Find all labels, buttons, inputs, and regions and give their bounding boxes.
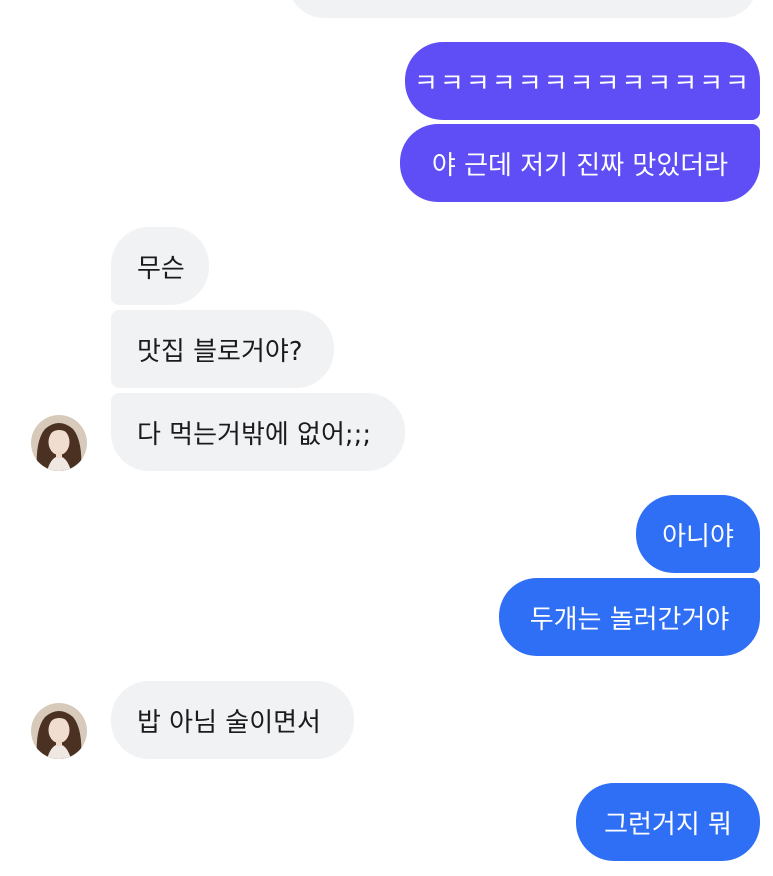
profile-photo-icon: [31, 703, 87, 759]
message-bubble-outgoing[interactable]: ㅋㅋㅋㅋㅋㅋㅋㅋㅋㅋㅋㅋㅋ: [405, 42, 760, 120]
message-bubble-outgoing[interactable]: 야 근데 저기 진짜 맛있더라: [400, 124, 760, 202]
message-bubble-incoming[interactable]: 무슨: [111, 227, 209, 305]
contact-avatar[interactable]: [31, 415, 87, 471]
contact-avatar[interactable]: [31, 703, 87, 759]
message-bubble-incoming[interactable]: 다 먹는거밖에 없어;;;: [111, 393, 405, 471]
message-text: ㅋㅋㅋㅋㅋㅋㅋㅋㅋㅋㅋㅋㅋ: [414, 68, 751, 99]
message-bubble-incoming[interactable]: 맛집 블로거야?: [111, 310, 334, 388]
message-text: 두개는 놀러간거야: [529, 604, 730, 635]
message-text: 그런거지 뭐: [604, 809, 732, 840]
message-text: 맛집 블로거야?: [137, 336, 303, 367]
message-text: 아니야: [662, 521, 734, 552]
message-text: 다 먹는거밖에 없어;;;: [137, 419, 372, 450]
message-bubble-incoming[interactable]: 밥 아님 술이면서: [111, 681, 354, 759]
message-text: 무슨: [137, 253, 185, 284]
previous-message-bubble[interactable]: [288, 0, 758, 18]
message-text: 밥 아님 술이면서: [137, 707, 321, 738]
message-text: 야 근데 저기 진짜 맛있더라: [431, 150, 729, 181]
message-bubble-outgoing[interactable]: 그런거지 뭐: [576, 783, 760, 861]
message-bubble-outgoing[interactable]: 두개는 놀러간거야: [499, 578, 760, 656]
message-bubble-outgoing[interactable]: 아니야: [636, 495, 760, 573]
profile-photo-icon: [31, 415, 87, 471]
